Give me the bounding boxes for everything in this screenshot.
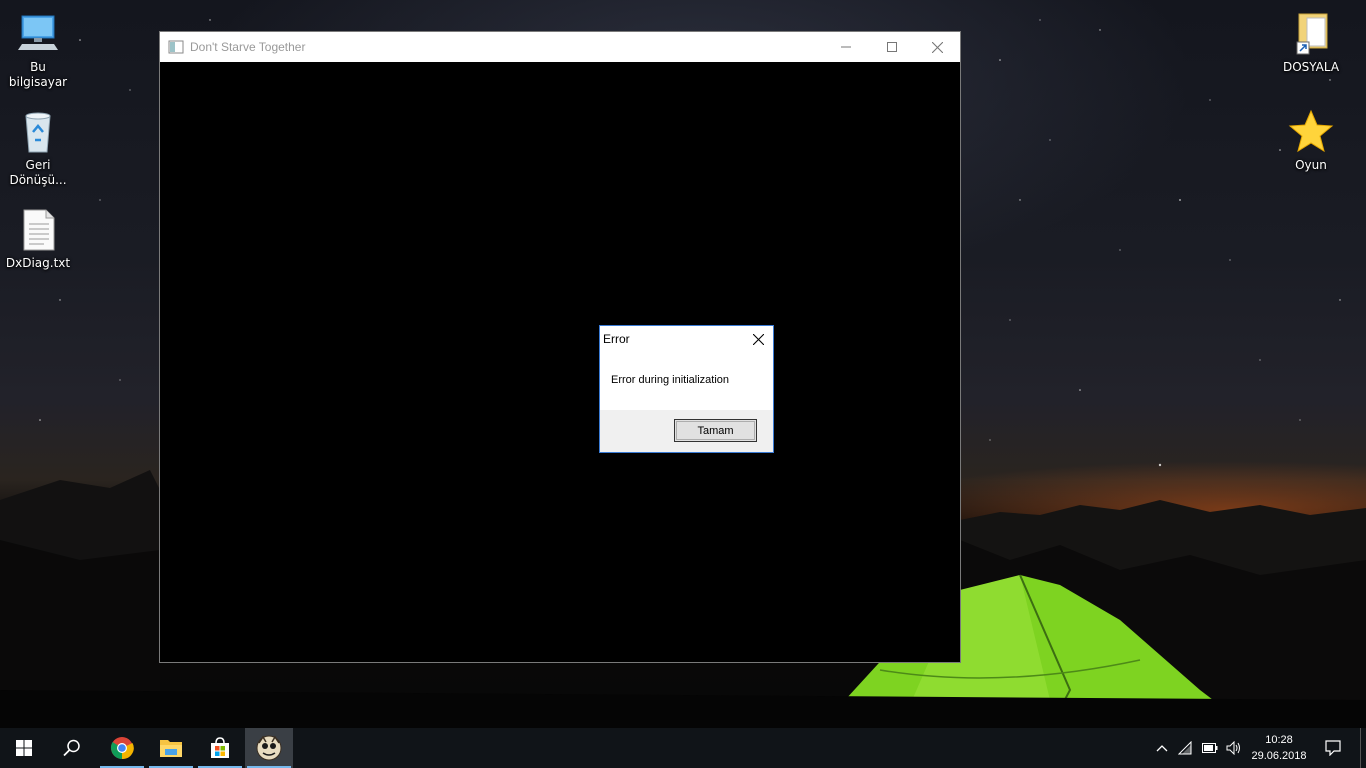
- minimize-icon: [841, 46, 851, 48]
- game-titlebar[interactable]: Don't Starve Together: [160, 32, 960, 62]
- text-file-icon: [23, 209, 55, 251]
- ok-button[interactable]: Tamam: [674, 419, 757, 442]
- show-hidden-icons-button[interactable]: [1150, 728, 1174, 768]
- error-dialog: Error Error during initialization Tamam: [599, 325, 774, 453]
- app-window-icon: [168, 40, 184, 54]
- error-dialog-titlebar[interactable]: Error: [600, 326, 773, 352]
- desktop-icon-label: Geri Dönüşü...: [9, 158, 67, 187]
- desktop-icon-dxdiag[interactable]: DxDiag.txt: [0, 206, 76, 271]
- maximize-icon: [887, 42, 897, 52]
- volume-icon: [1226, 741, 1240, 755]
- taskbar-file-explorer[interactable]: [147, 728, 195, 768]
- game-window-title: Don't Starve Together: [190, 40, 306, 54]
- store-icon: [211, 737, 229, 758]
- notification-icon: [1325, 740, 1341, 756]
- this-pc-icon: [18, 15, 58, 50]
- folder-icon: [160, 740, 182, 757]
- desktop-icon-label: DOSYALA: [1282, 60, 1340, 74]
- folder-shortcut-icon: [1296, 13, 1328, 55]
- taskbar-store[interactable]: [196, 728, 244, 768]
- taskbar: 10:28 29.06.2018: [0, 728, 1366, 768]
- close-button[interactable]: [914, 32, 960, 62]
- close-icon: [931, 41, 943, 53]
- game-canvas[interactable]: [160, 62, 960, 662]
- taskbar-clock[interactable]: 10:28 29.06.2018: [1246, 732, 1312, 764]
- search-button[interactable]: [48, 728, 96, 768]
- error-dialog-footer: Tamam: [600, 410, 773, 452]
- game-window: Don't Starve Together: [159, 31, 961, 663]
- taskbar-dont-starve-together[interactable]: [245, 728, 293, 768]
- desktop-icon-oyun[interactable]: Oyun: [1273, 108, 1349, 173]
- minimize-button[interactable]: [823, 32, 869, 62]
- network-button[interactable]: [1174, 728, 1198, 768]
- battery-icon: [1202, 743, 1218, 753]
- wifi-icon: [1178, 741, 1192, 755]
- desktop-icon-label: Oyun: [1295, 158, 1327, 172]
- desktop-icon-recycle-bin[interactable]: Geri Dönüşü...: [0, 108, 76, 188]
- windows-logo-icon: [16, 740, 32, 756]
- action-center-button[interactable]: [1318, 728, 1348, 768]
- system-tray: [1150, 728, 1246, 768]
- error-dialog-close-button[interactable]: [746, 328, 770, 350]
- volume-button[interactable]: [1222, 728, 1246, 768]
- clock-time: 10:28: [1265, 734, 1293, 746]
- chrome-icon: [110, 737, 134, 760]
- battery-button[interactable]: [1198, 728, 1222, 768]
- search-icon: [63, 739, 80, 757]
- recycle-bin-icon: [25, 112, 51, 153]
- desktop-icon-label: DxDiag.txt: [5, 256, 71, 270]
- taskbar-chrome[interactable]: [98, 728, 146, 768]
- dst-icon: [256, 735, 282, 761]
- desktop-icon-this-pc[interactable]: Bu bilgisayar: [0, 10, 76, 90]
- error-dialog-title: Error: [603, 332, 630, 346]
- desktop-icon-label: Bu bilgisayar: [8, 60, 68, 89]
- chevron-up-icon: [1156, 745, 1168, 752]
- error-message: Error during initialization: [611, 374, 729, 386]
- show-desktop-button[interactable]: [1360, 728, 1366, 768]
- maximize-button[interactable]: [869, 32, 915, 62]
- clock-date: 29.06.2018: [1251, 750, 1307, 762]
- start-button[interactable]: [0, 728, 48, 768]
- desktop-icon-dosyala[interactable]: DOSYALA: [1273, 10, 1349, 75]
- star-icon: [1288, 109, 1334, 153]
- close-icon: [752, 333, 764, 345]
